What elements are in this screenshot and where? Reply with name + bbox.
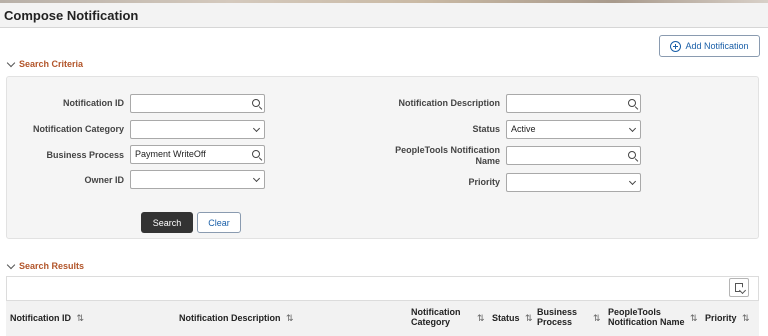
col-header-peopletools-notification-name[interactable]: PeopleTools Notification Name bbox=[608, 307, 685, 327]
chevron-down-icon bbox=[628, 177, 637, 186]
sort-icon: ⇅ bbox=[286, 313, 294, 323]
notification-id-input[interactable] bbox=[130, 94, 265, 113]
sort-icon[interactable]: ⇅ bbox=[477, 313, 485, 324]
owner-id-select[interactable] bbox=[130, 170, 265, 189]
search-results-heading: Search Results bbox=[19, 261, 85, 271]
peopletools-notification-name-input[interactable] bbox=[506, 146, 641, 165]
chevron-down-icon bbox=[628, 124, 637, 133]
search-criteria-heading: Search Criteria bbox=[19, 59, 84, 69]
chevron-down-icon bbox=[6, 260, 16, 269]
page-title: Compose Notification bbox=[4, 8, 139, 23]
search-icon[interactable] bbox=[252, 150, 260, 158]
peopletools-notification-name-label: PeopleTools Notification Name bbox=[395, 145, 500, 166]
col-header-priority[interactable]: Priority ⇅ bbox=[705, 313, 750, 323]
col-header-notification-category[interactable]: Notification Category bbox=[411, 307, 461, 327]
chevron-down-icon bbox=[252, 174, 261, 183]
search-criteria-toggle[interactable]: Search Criteria bbox=[6, 58, 84, 69]
title-bar: Compose Notification bbox=[0, 3, 768, 28]
owner-id-label: Owner ID bbox=[84, 175, 124, 185]
notification-category-label: Notification Category bbox=[32, 124, 124, 134]
search-icon[interactable] bbox=[628, 151, 636, 159]
notification-description-label: Notification Description bbox=[398, 98, 500, 108]
results-header-row: Notification ID ⇅ Notification Descripti… bbox=[6, 300, 759, 336]
plus-circle-icon bbox=[670, 40, 682, 52]
add-notification-button[interactable]: Add Notification bbox=[659, 35, 760, 57]
notification-id-label: Notification ID bbox=[63, 98, 124, 108]
col-header-notification-description[interactable]: Notification Description ⇅ bbox=[179, 313, 294, 323]
search-button[interactable]: Search bbox=[141, 212, 193, 233]
chevron-down-icon bbox=[252, 124, 261, 133]
search-icon[interactable] bbox=[628, 99, 636, 107]
status-select[interactable]: Active bbox=[506, 120, 641, 139]
search-results-toggle[interactable]: Search Results bbox=[6, 260, 85, 271]
sort-icon: ⇅ bbox=[742, 313, 750, 323]
export-icon bbox=[735, 283, 743, 292]
sort-icon[interactable]: ⇅ bbox=[593, 313, 601, 324]
search-icon[interactable] bbox=[252, 99, 260, 107]
notification-description-input[interactable] bbox=[506, 94, 641, 113]
export-button[interactable] bbox=[729, 278, 749, 297]
clear-button[interactable]: Clear bbox=[197, 212, 241, 233]
business-process-label: Business Process bbox=[46, 150, 124, 160]
sort-icon: ⇅ bbox=[76, 313, 85, 323]
col-header-status[interactable]: Status ⇅ bbox=[492, 313, 533, 323]
sort-icon: ⇅ bbox=[525, 313, 533, 323]
chevron-down-icon bbox=[6, 58, 16, 67]
notification-category-select[interactable] bbox=[130, 120, 265, 139]
priority-select[interactable] bbox=[506, 173, 641, 192]
add-notification-label: Add Notification bbox=[685, 41, 749, 51]
col-header-business-process[interactable]: Business Process bbox=[537, 307, 577, 327]
business-process-input[interactable]: Payment WriteOff bbox=[130, 145, 265, 164]
col-header-notification-id[interactable]: Notification ID ⇅ bbox=[10, 313, 84, 323]
priority-label: Priority bbox=[468, 177, 500, 187]
status-label: Status bbox=[472, 124, 500, 134]
sort-icon[interactable]: ⇅ bbox=[690, 313, 698, 324]
